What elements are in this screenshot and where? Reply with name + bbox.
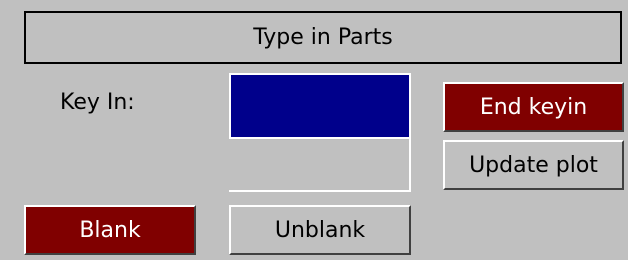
end-keyin-button[interactable]: End keyin	[443, 82, 624, 132]
panel-title-text: Type in Parts	[253, 25, 393, 50]
panel-title: Type in Parts	[24, 11, 622, 64]
key-in-input-well	[229, 139, 411, 192]
unblank-button[interactable]: Unblank	[229, 205, 411, 255]
update-plot-button-label: Update plot	[469, 152, 598, 178]
key-in-input[interactable]	[229, 73, 411, 139]
blank-button-label: Blank	[79, 217, 141, 243]
key-in-label: Key In:	[60, 90, 135, 115]
unblank-button-label: Unblank	[274, 217, 366, 243]
end-keyin-button-label: End keyin	[479, 94, 588, 120]
update-plot-button[interactable]: Update plot	[443, 140, 624, 190]
blank-button[interactable]: Blank	[24, 205, 196, 255]
